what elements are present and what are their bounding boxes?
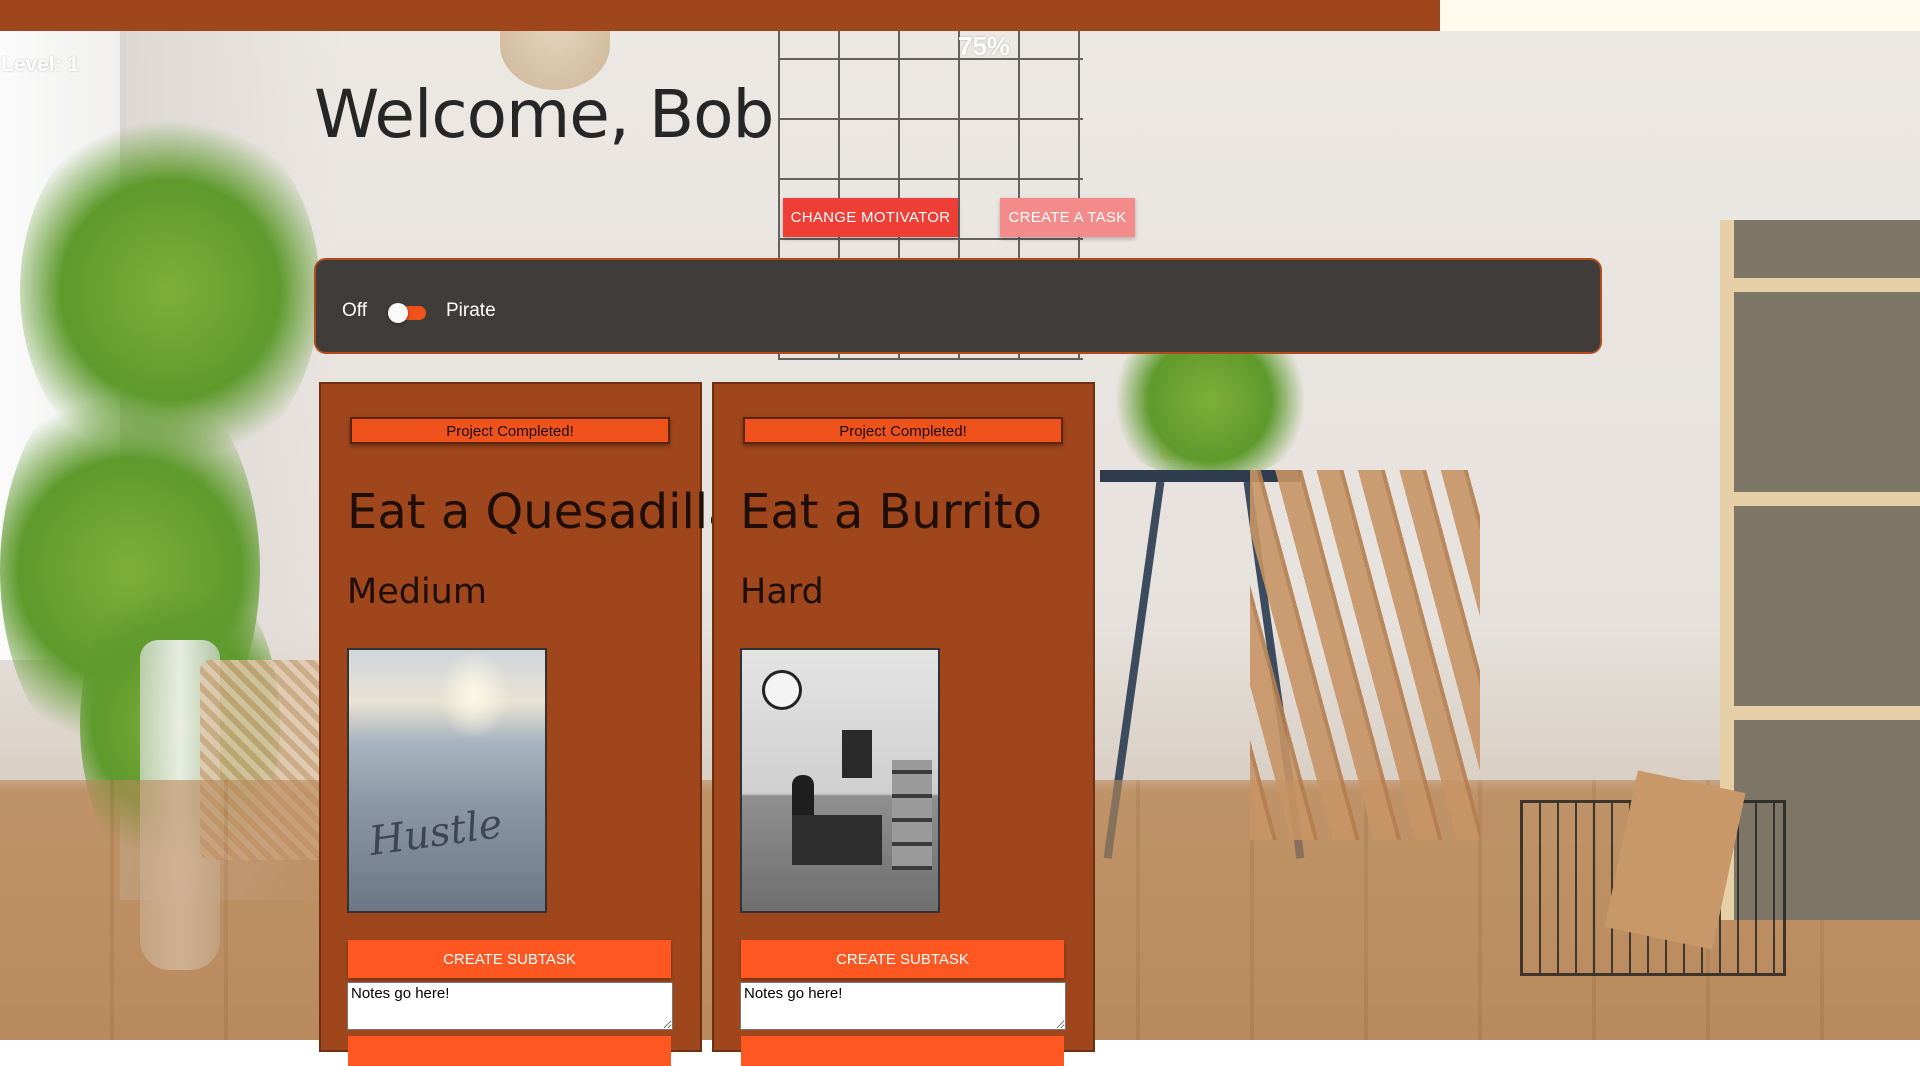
motivator-panel: Off Pirate xyxy=(314,258,1602,354)
create-subtask-button[interactable]: CREATE SUBTASK xyxy=(348,940,671,978)
xp-progress-fill xyxy=(0,0,1440,31)
level-label: Level: 1 xyxy=(1,53,80,76)
delete-task-button[interactable] xyxy=(348,1036,671,1066)
desk xyxy=(792,815,882,865)
change-motivator-button[interactable]: CHANGE MOTIVATOR xyxy=(783,198,958,237)
project-completed-button[interactable]: Project Completed! xyxy=(350,417,670,444)
pirate-mode-toggle[interactable] xyxy=(388,303,426,323)
paper-rolls xyxy=(1250,470,1480,840)
xp-progress-label: 75% xyxy=(958,31,1011,61)
notes-textarea[interactable]: Notes go here! xyxy=(740,982,1066,1030)
task-card: Project Completed! Eat a Quesadilla Medi… xyxy=(319,382,738,1066)
create-task-button[interactable]: CREATE A TASK xyxy=(1000,198,1135,237)
xp-progress-bar xyxy=(0,0,1920,31)
task-difficulty: Hard xyxy=(740,572,824,612)
notes-textarea[interactable]: Notes go here! xyxy=(347,982,673,1030)
sand-writing: Hustle xyxy=(366,800,506,866)
toggle-off-label: Off xyxy=(342,300,367,321)
page-title: Welcome, Bob xyxy=(314,76,774,153)
delete-task-button[interactable] xyxy=(741,1036,1064,1066)
toggle-knob xyxy=(388,303,408,323)
bookshelf xyxy=(892,760,932,870)
create-subtask-button[interactable]: CREATE SUBTASK xyxy=(741,940,1064,978)
task-title: Eat a Quesadilla xyxy=(347,484,738,540)
wall-sign xyxy=(842,730,872,778)
beach-hustle-photo: Hustle xyxy=(347,648,547,913)
task-card: Project Completed! Eat a Burrito Hard CR… xyxy=(712,382,1095,1066)
toggle-on-label: Pirate xyxy=(446,300,496,321)
clock-icon xyxy=(762,670,802,710)
task-difficulty: Medium xyxy=(347,572,487,612)
study-room-photo xyxy=(740,648,940,913)
task-title: Eat a Burrito xyxy=(740,484,1042,540)
project-completed-button[interactable]: Project Completed! xyxy=(743,417,1063,444)
